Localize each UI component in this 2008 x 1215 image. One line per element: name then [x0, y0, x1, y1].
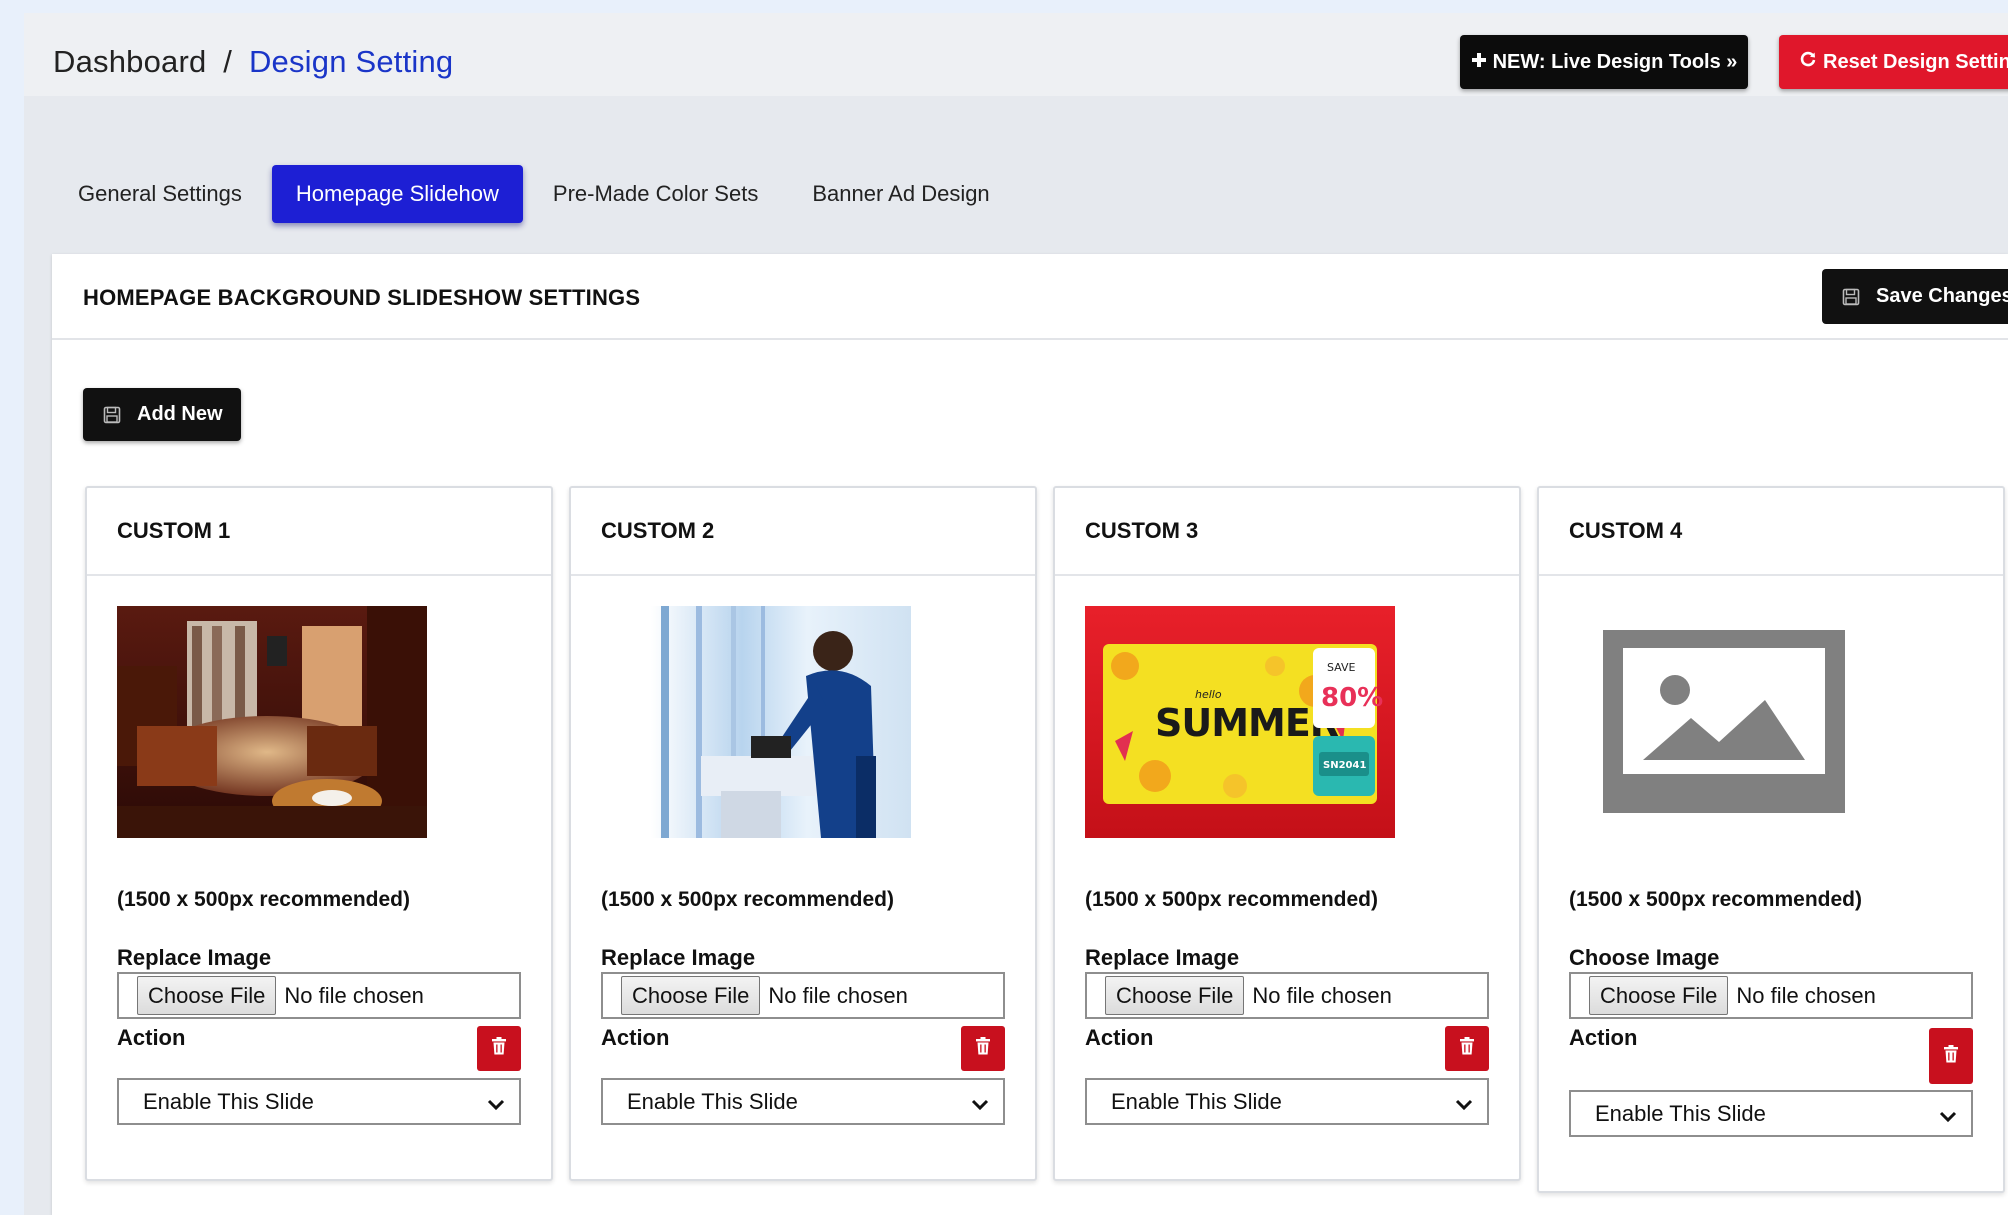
banner-save-text: SAVE — [1327, 661, 1356, 674]
image-placeholder-icon — [1569, 606, 1879, 838]
breadcrumb-separator: / — [223, 44, 233, 79]
trash-icon — [975, 1037, 991, 1060]
reset-design-settings-button[interactable]: Reset Design Settings — [1779, 35, 2008, 89]
action-label: Action — [117, 1025, 186, 1050]
choose-file-button[interactable]: Choose File — [1589, 976, 1729, 1015]
reset-design-settings-label: Reset Design Settings — [1823, 50, 2008, 73]
banner-percent-text: 80% — [1321, 683, 1383, 713]
slide-action-select[interactable]: Enable This Slide — [1569, 1090, 1973, 1137]
breadcrumb-dashboard-link[interactable]: Dashboard — [53, 44, 206, 79]
delete-slide-button[interactable] — [1445, 1026, 1489, 1071]
chevron-down-icon — [971, 1092, 989, 1118]
save-changes-label: Save Changes — [1876, 285, 2008, 307]
action-label: Action — [1569, 1025, 1638, 1050]
file-status-text: No file chosen — [1252, 982, 1392, 1008]
slide-card-custom-1: CUSTOM 1 (1500 x 500px recommended) Repl… — [85, 486, 553, 1181]
save-changes-button[interactable]: Save Changes — [1822, 269, 2008, 324]
banner-hello-text: hello — [1195, 688, 1222, 701]
choose-file-button[interactable]: Choose File — [1105, 976, 1245, 1015]
trash-icon — [1459, 1037, 1475, 1060]
app-page: Dashboard / Design Setting NEW: Live Des… — [24, 13, 2008, 1215]
card-title: CUSTOM 2 — [571, 488, 1035, 576]
file-upload-input[interactable]: Choose File No file chosen — [1569, 972, 1973, 1019]
file-status-text: No file chosen — [284, 982, 424, 1008]
top-header: Dashboard / Design Setting NEW: Live Des… — [24, 13, 2008, 96]
action-label: Action — [1085, 1025, 1154, 1050]
choose-file-button[interactable]: Choose File — [621, 976, 761, 1015]
trash-icon — [1943, 1044, 1959, 1068]
slide-action-value: Enable This Slide — [1595, 1100, 1766, 1126]
add-new-button[interactable]: Add New — [83, 388, 241, 441]
chevron-down-icon — [487, 1092, 505, 1118]
tab-general-settings[interactable]: General Settings — [54, 165, 266, 223]
replace-image-label: Replace Image — [1085, 945, 1240, 970]
plus-icon — [1471, 51, 1487, 74]
card-title: CUSTOM 4 — [1539, 488, 2003, 576]
card-title: CUSTOM 3 — [1055, 488, 1519, 576]
slide-card-custom-3: CUSTOM 3 hello SUMMER SAVE 80% SN2041 (1… — [1053, 486, 1521, 1181]
replace-image-label: Replace Image — [601, 945, 756, 970]
file-upload-input[interactable]: Choose File No file chosen — [601, 972, 1005, 1019]
tab-pre-made-color-sets[interactable]: Pre-Made Color Sets — [529, 165, 782, 223]
file-status-text: No file chosen — [1736, 982, 1876, 1008]
slide-action-select[interactable]: Enable This Slide — [601, 1078, 1005, 1125]
recommended-size-note: (1500 x 500px recommended) — [601, 888, 894, 911]
chevron-down-icon — [1939, 1104, 1957, 1130]
add-new-label: Add New — [137, 403, 223, 425]
slide-action-select[interactable]: Enable This Slide — [1085, 1078, 1489, 1125]
live-design-tools-button[interactable]: NEW: Live Design Tools » — [1460, 35, 1748, 89]
recommended-size-note: (1500 x 500px recommended) — [1569, 888, 1862, 911]
file-upload-input[interactable]: Choose File No file chosen — [1085, 972, 1489, 1019]
slide-thumbnail-window-cleaning — [601, 606, 911, 838]
delete-slide-button[interactable] — [1929, 1028, 1973, 1084]
choose-file-button[interactable]: Choose File — [137, 976, 277, 1015]
slideshow-settings-panel: HOMEPAGE BACKGROUND SLIDESHOW SETTINGS S… — [52, 254, 2008, 1215]
banner-summer-text: SUMMER — [1155, 701, 1339, 745]
chevron-down-icon — [1455, 1092, 1473, 1118]
slide-card-custom-2: CUSTOM 2 (1500 x 500px recommended) Repl… — [569, 486, 1037, 1181]
slide-thumbnail-hotel-room — [117, 606, 427, 838]
action-label: Action — [601, 1025, 670, 1050]
tab-homepage-slideshow[interactable]: Homepage Slidehow — [271, 165, 523, 223]
delete-slide-button[interactable] — [961, 1026, 1005, 1071]
recommended-size-note: (1500 x 500px recommended) — [117, 888, 410, 911]
panel-title: HOMEPAGE BACKGROUND SLIDESHOW SETTINGS — [83, 285, 641, 310]
delete-slide-button[interactable] — [477, 1026, 521, 1071]
slide-action-value: Enable This Slide — [1111, 1088, 1282, 1114]
settings-tabs: General Settings Homepage Slidehow Pre-M… — [54, 165, 1020, 223]
replace-image-label: Replace Image — [117, 945, 272, 970]
slide-action-value: Enable This Slide — [627, 1088, 798, 1114]
file-status-text: No file chosen — [768, 982, 908, 1008]
refresh-icon — [1799, 50, 1817, 74]
floppy-disk-icon — [103, 406, 121, 424]
breadcrumb: Dashboard / Design Setting — [53, 44, 453, 80]
panel-header: HOMEPAGE BACKGROUND SLIDESHOW SETTINGS S… — [52, 254, 2008, 340]
recommended-size-note: (1500 x 500px recommended) — [1085, 888, 1378, 911]
file-upload-input[interactable]: Choose File No file chosen — [117, 972, 521, 1019]
tab-banner-ad-design[interactable]: Banner Ad Design — [788, 165, 1013, 223]
live-design-tools-label: NEW: Live Design Tools » — [1492, 50, 1738, 73]
card-title: CUSTOM 1 — [87, 488, 551, 576]
slide-card-custom-4: CUSTOM 4 (1500 x 500px recommended) Choo… — [1537, 486, 2005, 1193]
slide-thumbnail-summer-banner: hello SUMMER SAVE 80% SN2041 — [1085, 606, 1395, 838]
banner-code-text: SN2041 — [1323, 760, 1366, 771]
floppy-disk-icon — [1842, 288, 1860, 306]
breadcrumb-current: Design Setting — [248, 44, 454, 79]
slide-action-value: Enable This Slide — [143, 1088, 314, 1114]
choose-image-label: Choose Image — [1569, 945, 1720, 970]
trash-icon — [491, 1037, 507, 1060]
slide-action-select[interactable]: Enable This Slide — [117, 1078, 521, 1125]
